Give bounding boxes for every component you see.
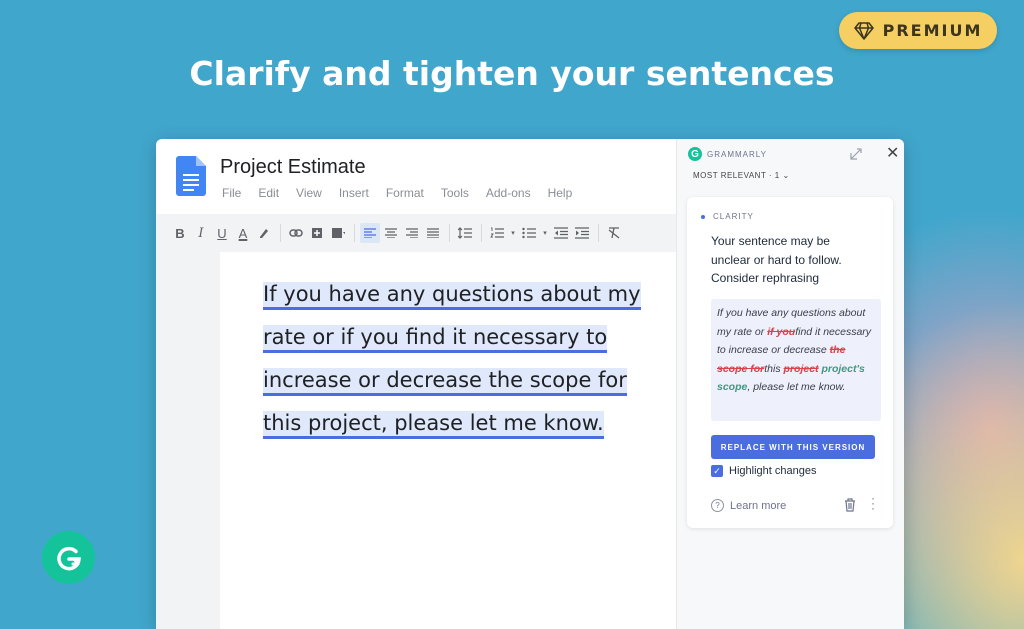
diamond-icon	[853, 21, 874, 40]
google-docs-icon	[176, 156, 206, 196]
menu-tools[interactable]: Tools	[441, 186, 469, 200]
relevance-filter[interactable]: MOST RELEVANT · 1 ⌄	[693, 171, 790, 180]
menu-format[interactable]: Format	[386, 186, 424, 200]
line-spacing-icon[interactable]	[455, 223, 475, 243]
menu-addons[interactable]: Add-ons	[486, 186, 531, 200]
underline-button[interactable]: U	[212, 223, 232, 243]
grammarly-panel: G GRAMMARLY ✕ MOST RELEVANT · 1 ⌄ CLARIT…	[676, 139, 904, 629]
menu-file[interactable]: File	[222, 186, 241, 200]
grammarly-button[interactable]	[42, 531, 95, 584]
menu-bar: File Edit View Insert Format Tools Add-o…	[222, 186, 589, 200]
text-line: If you have any questions about my	[263, 282, 663, 325]
decrease-indent-icon[interactable]	[551, 223, 571, 243]
highlight-color-icon[interactable]	[254, 223, 274, 243]
link-icon[interactable]	[286, 223, 306, 243]
image-icon[interactable]	[328, 223, 348, 243]
grammarly-brand: G GRAMMARLY	[688, 147, 767, 161]
headline: Clarify and tighten your sentences	[189, 54, 835, 93]
help-icon: ?	[711, 499, 724, 512]
grammarly-logo-icon	[56, 546, 81, 570]
replace-button[interactable]: REPLACE WITH THIS VERSION	[711, 435, 875, 459]
suggestion-message: Your sentence may be unclear or hard to …	[711, 234, 842, 285]
menu-insert[interactable]: Insert	[339, 186, 369, 200]
premium-label: PREMIUM	[882, 21, 983, 40]
suggestion-card[interactable]: CLARITY Your sentence may be unclear or …	[687, 197, 893, 528]
close-icon[interactable]: ✕	[886, 143, 899, 163]
formatting-toolbar: B I U A ▾ ▾	[156, 214, 676, 252]
text-line: rate or if you find it necessary to	[263, 325, 663, 368]
document-text[interactable]: If you have any questions about my rate …	[263, 282, 663, 454]
learn-more-link[interactable]: ? Learn more	[711, 499, 786, 512]
clear-formatting-icon[interactable]	[604, 223, 624, 243]
toolbar-divider	[449, 224, 450, 242]
toolbar-divider	[481, 224, 482, 242]
text-color-button[interactable]: A	[233, 223, 253, 243]
align-left-icon[interactable]	[360, 223, 380, 243]
comment-icon[interactable]	[307, 223, 327, 243]
suggested-rewrite: If you have any questions about my rate …	[711, 299, 881, 421]
text-line: increase or decrease the scope for	[263, 368, 663, 411]
increase-indent-icon[interactable]	[572, 223, 592, 243]
deleted-text: if you	[767, 325, 796, 338]
document-window: Project Estimate File Edit View Insert F…	[156, 139, 904, 629]
italic-button[interactable]: I	[191, 223, 211, 243]
premium-badge[interactable]: PREMIUM	[839, 12, 997, 49]
document-margin	[156, 252, 220, 629]
toolbar-divider	[280, 224, 281, 242]
align-right-icon[interactable]	[402, 223, 422, 243]
grammarly-logo-icon: G	[688, 147, 702, 161]
grammarly-label: GRAMMARLY	[707, 149, 767, 159]
more-options-icon[interactable]: · · ·	[871, 492, 875, 514]
chevron-down-icon[interactable]: ▾	[508, 223, 518, 243]
text-line: this project, please let me know.	[263, 411, 663, 454]
bulleted-list-icon[interactable]	[519, 223, 539, 243]
document-title[interactable]: Project Estimate	[220, 156, 366, 179]
numbered-list-icon[interactable]	[487, 223, 507, 243]
menu-help[interactable]: Help	[548, 186, 573, 200]
chevron-down-icon: ⌄	[782, 171, 790, 180]
toolbar-divider	[354, 224, 355, 242]
goals-icon[interactable]	[849, 147, 863, 161]
menu-edit[interactable]: Edit	[258, 186, 279, 200]
relevance-filter-label: MOST RELEVANT · 1	[693, 171, 780, 180]
category-label: CLARITY	[701, 212, 754, 221]
bold-button[interactable]: B	[170, 223, 190, 243]
highlight-changes-toggle[interactable]: ✓ Highlight changes	[711, 465, 816, 477]
trash-icon[interactable]	[844, 498, 856, 512]
highlight-changes-label: Highlight changes	[729, 465, 817, 477]
learn-more-label: Learn more	[730, 499, 787, 512]
toolbar-divider	[598, 224, 599, 242]
chevron-down-icon[interactable]: ▾	[540, 223, 550, 243]
align-center-icon[interactable]	[381, 223, 401, 243]
checkbox-checked-icon[interactable]: ✓	[711, 465, 723, 477]
align-justify-icon[interactable]	[423, 223, 443, 243]
deleted-text: project	[783, 362, 819, 375]
menu-view[interactable]: View	[296, 186, 322, 200]
